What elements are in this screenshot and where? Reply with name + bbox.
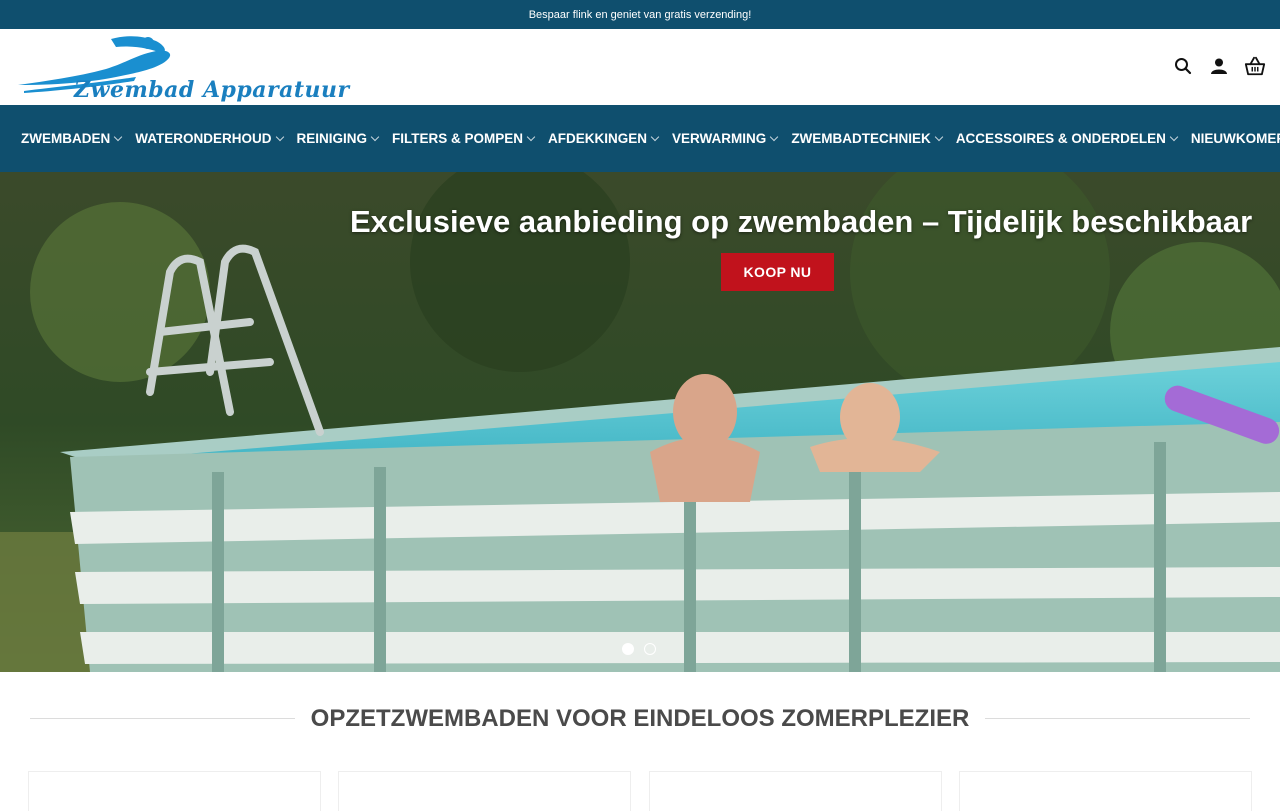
chevron-down-icon [1169, 132, 1179, 142]
chevron-down-icon [526, 132, 536, 142]
buy-now-button[interactable]: KOOP NU [721, 253, 834, 291]
search-icon[interactable] [1172, 55, 1194, 77]
announcement-bar: Bespaar flink en geniet van gratis verze… [0, 0, 1280, 29]
chevron-down-icon [114, 132, 123, 142]
nav-item-filters-pompen[interactable]: FILTERS & POMPEN [392, 131, 536, 146]
product-grid [0, 771, 1280, 811]
section-heading: OPZETZWEMBADEN VOOR EINDELOOS ZOMERPLEZI… [0, 672, 1280, 766]
nav-item-accessoires-onderdelen[interactable]: ACCESSOIRES & ONDERDELEN [956, 131, 1179, 146]
nav-item-zwembadtechniek[interactable]: ZWEMBADTECHNIEK [791, 131, 944, 146]
site-header: Zwembad Apparatuur [0, 29, 1280, 105]
section-title: OPZETZWEMBADEN VOOR EINDELOOS ZOMERPLEZI… [294, 705, 986, 732]
product-card[interactable] [338, 771, 631, 811]
product-card[interactable] [28, 771, 321, 811]
slider-dot-1[interactable] [622, 643, 634, 655]
main-navigation: ZWEMBADEN WATERONDERHOUD REINIGING FILTE… [0, 105, 1280, 172]
announcement-text: Bespaar flink en geniet van gratis verze… [528, 8, 752, 21]
nav-item-afdekkingen[interactable]: AFDEKKINGEN [548, 131, 660, 146]
nav-item-wateronderhoud[interactable]: WATERONDERHOUD [135, 131, 284, 146]
product-card[interactable] [959, 771, 1252, 811]
chevron-down-icon [275, 132, 284, 142]
chevron-down-icon [650, 132, 660, 142]
logo-text: Zwembad Apparatuur [74, 77, 350, 103]
hero-pool-image [0, 172, 1280, 672]
nav-item-nieuwkomers[interactable]: NIEUWKOMERS [1191, 131, 1280, 146]
nav-item-verwarming[interactable]: VERWARMING [672, 131, 779, 146]
cart-basket-icon[interactable] [1244, 55, 1266, 77]
nav-item-zwembaden[interactable]: ZWEMBADEN [21, 131, 123, 146]
chevron-down-icon [370, 132, 380, 142]
slider-dots [622, 643, 656, 655]
account-icon[interactable] [1208, 55, 1230, 77]
nav-item-reiniging[interactable]: REINIGING [297, 131, 380, 146]
chevron-down-icon [934, 132, 944, 142]
chevron-down-icon [770, 132, 779, 142]
product-card[interactable] [649, 771, 942, 811]
hero-slider[interactable]: Exclusieve aanbieding op zwembaden – Tij… [0, 172, 1280, 672]
site-logo[interactable]: Zwembad Apparatuur [16, 33, 349, 103]
header-icons [1172, 55, 1266, 77]
slider-dot-2[interactable] [644, 643, 656, 655]
hero-title: Exclusieve aanbieding op zwembaden – Tij… [350, 204, 1253, 239]
